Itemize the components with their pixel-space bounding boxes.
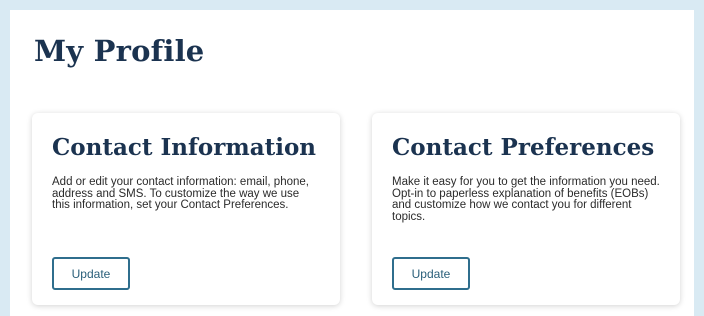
update-contact-preferences-button[interactable]: Update	[392, 257, 470, 290]
profile-panel: My Profile Contact Information Add or ed…	[10, 10, 694, 316]
card-title: Contact Information	[52, 134, 317, 161]
update-contact-information-button[interactable]: Update	[52, 257, 130, 290]
card-title: Contact Preferences	[392, 134, 655, 161]
contact-preferences-card: Contact Preferences Make it easy for you…	[372, 113, 680, 305]
card-description: Make it easy for you to get the informat…	[392, 176, 660, 223]
card-description: Add or edit your contact information: em…	[52, 176, 309, 211]
page-title: My Profile	[34, 34, 205, 68]
contact-information-card: Contact Information Add or edit your con…	[32, 113, 340, 305]
